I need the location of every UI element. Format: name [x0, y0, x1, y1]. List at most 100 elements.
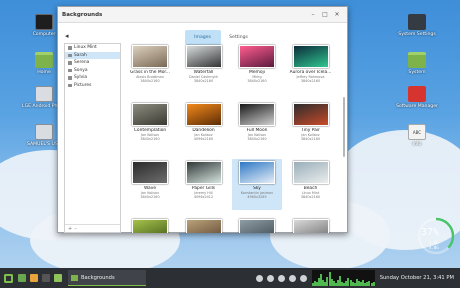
show-desktop-icon[interactable] [18, 274, 26, 282]
backgrounds-app-icon [71, 274, 78, 281]
monitor-icon [35, 14, 53, 30]
thumbnail-image [292, 45, 329, 68]
folder-icon [68, 61, 72, 65]
thumbnail-image [239, 103, 275, 126]
thumbnail-image [185, 103, 222, 126]
image-thumbnail[interactable] [179, 217, 229, 233]
thumbnail-image [292, 103, 329, 126]
image-thumbnail-selected[interactable]: Sky Konstantin Jasimov 4960x3265 [232, 159, 282, 210]
folder-icon [35, 52, 53, 68]
add-folder-button[interactable]: + [68, 226, 72, 232]
image-thumbnail[interactable] [125, 217, 175, 233]
sidebar-item-sonya[interactable]: Sonya [65, 67, 120, 75]
system-monitor-graph[interactable] [311, 270, 375, 286]
sidebar-item-label: Linux Mint [74, 45, 97, 51]
settings-icon [408, 14, 426, 30]
terminal-icon[interactable] [42, 274, 50, 282]
folder-icon [408, 52, 426, 68]
image-grid: Grass in the Mor... Alexis Brodtman 3840x2… [125, 43, 339, 233]
window-title: Backgrounds [62, 11, 103, 18]
start-menu-button[interactable] [0, 268, 16, 288]
grid-scrollbar[interactable] [343, 97, 345, 157]
update-icon[interactable] [266, 274, 274, 282]
image-thumbnail[interactable]: Contemplation Jan Kolisov 3840x2160 [125, 101, 175, 152]
window-titlebar[interactable]: Backgrounds – □ ✕ [58, 7, 347, 23]
remove-folder-button[interactable]: – [74, 226, 77, 232]
image-thumbnail[interactable]: Beach Linux Mint 3840x2160 [286, 159, 336, 210]
image-thumbnail[interactable]: Full Moon Jan Kolisov 3840x2160 [232, 101, 282, 152]
image-thumbnail[interactable]: Grass in the Mor... Alexis Brodtman 3840x2… [125, 43, 175, 94]
folder-icon [68, 46, 72, 50]
monitor-bar [372, 282, 375, 286]
shield-icon[interactable] [255, 274, 263, 282]
folder-icon [68, 76, 72, 80]
sidebar-item-pictures[interactable]: Pictures [65, 82, 120, 90]
image-thumbnail[interactable]: Memoji Mkirg 3840x2160 [232, 43, 282, 94]
info-document-icon: ABC [408, 124, 426, 140]
taskbar-item-backgrounds[interactable]: Backgrounds [68, 270, 146, 286]
folder-icon [68, 53, 72, 57]
image-thumbnail[interactable]: Wave Jan Kolisov 3840x2160 [125, 159, 175, 210]
maximize-button[interactable]: □ [319, 11, 331, 18]
memory-gauge: 37% 1.6G 4.0G [416, 216, 456, 256]
sidebar-item-sarah[interactable]: Sarah [65, 51, 120, 59]
desktop-icon-info[interactable]: ABC Info [389, 124, 445, 147]
image-thumbnail[interactable]: Tiny Pair Jan Kolisov 3840x2160 [286, 101, 336, 152]
thumbnail-image [132, 45, 168, 68]
desktop-icon-system[interactable]: System [389, 52, 445, 75]
desktop-icon-software-manager[interactable]: Software Manager [389, 86, 445, 109]
image-size: 3840x2160 [300, 79, 321, 84]
close-button[interactable]: ✕ [331, 11, 343, 18]
image-size: 3840x2160 [140, 195, 160, 200]
folder-icon [68, 68, 72, 72]
desktop-icon-label: Software Manager [396, 104, 438, 109]
image-size: 3840x2160 [300, 195, 321, 200]
taskbar: Backgrounds Sunday October 21, 3:41 PM [0, 268, 460, 288]
desktop-icon-system-settings[interactable]: System Settings [389, 14, 445, 37]
image-size: 3840x2160 [140, 79, 160, 84]
sidebar-item-serena[interactable]: Serena [65, 59, 120, 67]
desktop-icon-label: Info [412, 142, 422, 147]
image-size: 4960x3265 [247, 195, 267, 200]
thumbnail-image [292, 219, 329, 233]
thumbnail-image [132, 161, 168, 184]
image-thumbnail[interactable]: Aurora over Icela... Jeffrey Rahmova 3840x… [286, 43, 336, 94]
system-tray: Sunday October 21, 3:41 PM [254, 270, 460, 286]
image-thumbnail[interactable] [286, 217, 336, 233]
desktop-icon-label: System Settings [398, 32, 436, 37]
thumbnail-image [132, 103, 168, 126]
mint-logo-icon [3, 273, 13, 283]
files-icon[interactable] [54, 274, 62, 282]
sidebar-item-linux-mint[interactable]: Linux Mint [65, 44, 120, 52]
taskbar-item-label: Backgrounds [81, 274, 115, 281]
image-size: 3840x2160 [140, 137, 160, 142]
image-size: 3840x2160 [247, 79, 267, 84]
thumbnail-image [292, 161, 329, 184]
back-arrow-icon[interactable]: ◂ [65, 32, 69, 40]
image-thumbnail[interactable]: Paper Gills Jeremy Hill 4096x2412 [179, 159, 229, 210]
sidebar-item-label: Sonya [74, 67, 88, 73]
sidebar-item-label: Pictures [74, 82, 92, 88]
thumbnail-image [239, 161, 275, 184]
image-thumbnail[interactable]: Waterfall Daniel Cashmyth 3840x2160 [179, 43, 229, 94]
desktop-icon-label: System [408, 70, 426, 75]
image-size: 3840x2160 [193, 79, 214, 84]
clock[interactable]: Sunday October 21, 3:41 PM [380, 275, 454, 281]
image-thumbnail[interactable] [232, 217, 282, 233]
software-manager-icon [408, 86, 426, 102]
usb-drive-icon [35, 124, 53, 140]
network-icon[interactable] [277, 274, 285, 282]
image-size: 3840x2160 [247, 137, 267, 142]
sidebar-item-label: Serena [74, 60, 90, 66]
image-size: 4096x2412 [193, 195, 214, 200]
thumbnail-image [185, 219, 222, 233]
volume-icon[interactable] [299, 274, 307, 282]
minimize-button[interactable]: – [307, 11, 319, 18]
thumbnail-image [185, 161, 222, 184]
image-size: 3840x2160 [300, 137, 321, 142]
sidebar-item-sylvia[interactable]: Sylvia [65, 74, 120, 82]
image-thumbnail[interactable]: Dandelion Jan Kolisov 4096x2160 [179, 101, 229, 152]
thumbnail-image [239, 219, 275, 233]
firefox-icon[interactable] [30, 274, 38, 282]
battery-icon[interactable] [288, 274, 296, 282]
